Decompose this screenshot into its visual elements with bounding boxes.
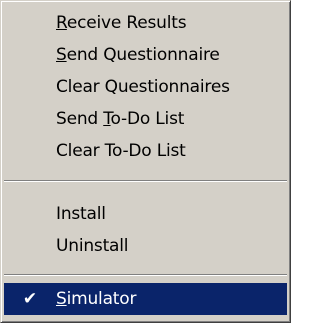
menu-item-label: Send Questionnaire xyxy=(56,45,220,65)
menu-item-label: Send To-Do List xyxy=(56,109,185,129)
check-icon xyxy=(4,39,56,71)
menu-item-label: Install xyxy=(56,204,106,224)
menu-item-label: Clear To-Do List xyxy=(56,141,186,161)
check-icon: ✔ xyxy=(22,289,38,309)
check-icon xyxy=(4,230,56,262)
check-icon xyxy=(4,198,56,230)
context-menu: Receive Results Send Questionnaire Clear… xyxy=(0,0,291,323)
menu-item-clear-todo-list[interactable]: Clear To-Do List xyxy=(4,135,287,167)
menu-item-receive-results[interactable]: Receive Results xyxy=(4,7,287,39)
menu-item-label: Simulator xyxy=(56,289,137,309)
menu-item-send-questionnaire[interactable]: Send Questionnaire xyxy=(4,39,287,71)
menu-item-simulator[interactable]: ✔ Simulator xyxy=(4,283,287,315)
menu-item-install[interactable]: Install xyxy=(4,198,287,230)
check-icon xyxy=(4,135,56,167)
menu-item-label: Uninstall xyxy=(56,236,129,256)
menu-item-clear-questionnaires[interactable]: Clear Questionnaires xyxy=(4,71,287,103)
check-icon xyxy=(4,7,56,39)
menu-item-label: Clear Questionnaires xyxy=(56,77,230,97)
menu-item-label: Receive Results xyxy=(56,13,187,33)
menu-item-send-todo-list[interactable]: Send To-Do List xyxy=(4,103,287,135)
check-icon xyxy=(4,71,56,103)
check-icon xyxy=(4,103,56,135)
menu-separator xyxy=(4,180,287,182)
menu-item-uninstall[interactable]: Uninstall xyxy=(4,230,287,262)
menu-separator xyxy=(4,274,287,276)
